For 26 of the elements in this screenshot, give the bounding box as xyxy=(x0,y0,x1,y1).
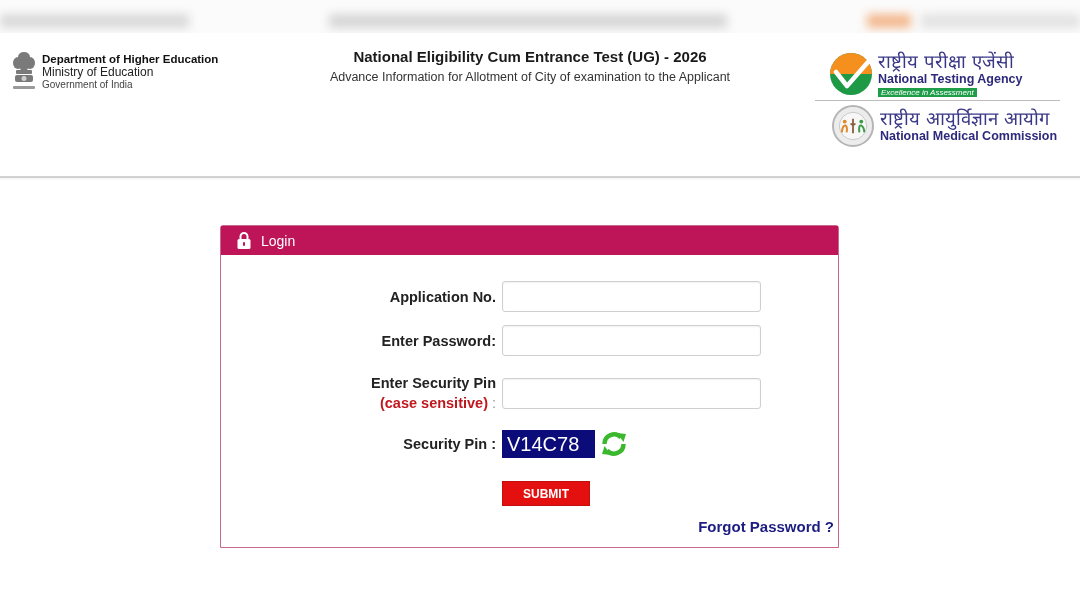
label-colon: : xyxy=(491,394,496,413)
agency-tagline: Excellence in Assessment xyxy=(878,88,977,97)
exam-title: National Eligibility Cum Entrance Test (UG) - 2026 xyxy=(352,47,708,67)
seal-logo xyxy=(832,105,874,147)
field-label: Enter Password: xyxy=(381,331,496,351)
input-field[interactable] xyxy=(502,325,761,356)
department-name: Department of Higher Education xyxy=(42,53,219,66)
field-label: Security Pin : xyxy=(403,435,496,454)
checkmark-circle-logo xyxy=(830,53,872,95)
input-field[interactable] xyxy=(502,281,761,312)
login-title: Login xyxy=(261,232,296,249)
agency-hindi-name: राष्ट्रीय परीक्षा एजेंसी xyxy=(878,51,1014,72)
agency-name: National Testing Agency xyxy=(878,72,1023,87)
case-sensitive-note: (case sensitive) xyxy=(379,394,488,413)
captcha-code: V14C78 xyxy=(502,430,595,458)
ministry-name: Ministry of Education xyxy=(42,66,155,79)
emblem-logo xyxy=(12,51,36,91)
exam-subtitle: Advance Information for Allotment of City of examination to the Applicant xyxy=(328,69,732,85)
padlock-icon xyxy=(237,232,251,249)
field-label: Enter Security Pin xyxy=(371,374,496,393)
field-label: Application No. xyxy=(389,287,496,307)
government-name: Government of India xyxy=(42,79,134,91)
input-field[interactable] xyxy=(502,377,761,409)
forgot-password-link[interactable]: Forgot Password ? xyxy=(698,518,834,536)
refresh-icon[interactable] xyxy=(600,430,628,458)
submit-button[interactable]: SUBMIT xyxy=(502,481,590,506)
